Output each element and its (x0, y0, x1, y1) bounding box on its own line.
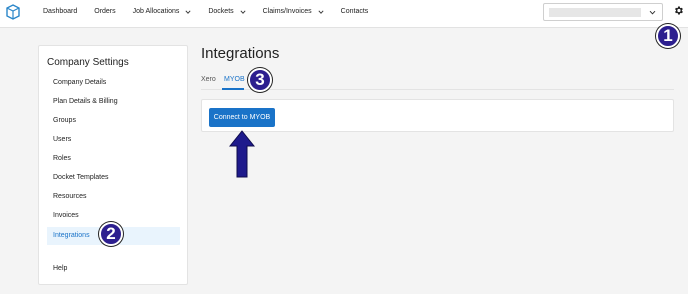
sidebar-item-groups[interactable]: Groups (47, 112, 180, 130)
up-arrow-icon (229, 130, 255, 178)
tabs-divider (201, 89, 674, 90)
step-badge-1: 1 (656, 24, 680, 48)
nav-job-allocations[interactable]: Job Allocations (133, 8, 192, 15)
nav-label: Contacts (340, 8, 369, 15)
active-tab-indicator (222, 88, 244, 90)
step-badge-3: 3 (248, 68, 272, 92)
myob-integration-card: Connect to MYOB (201, 99, 674, 132)
nav-label: Claims/Invoices (262, 8, 312, 15)
sidebar-item-company-details[interactable]: Company Details (47, 74, 180, 92)
main-nav: Dashboard Orders Job Allocations Dockets… (43, 8, 385, 15)
sidebar-item-resources[interactable]: Resources (47, 188, 180, 206)
nav-orders[interactable]: Orders (94, 8, 115, 15)
tab-myob[interactable]: MYOB (224, 76, 245, 83)
step-badge-2: 2 (99, 222, 123, 246)
sidebar-item-docket-templates[interactable]: Docket Templates (47, 169, 180, 187)
chevron-down-icon (649, 10, 656, 15)
nav-claims-invoices[interactable]: Claims/Invoices (263, 8, 324, 15)
nav-contacts[interactable]: Contacts (341, 8, 369, 15)
top-navbar: Dashboard Orders Job Allocations Dockets… (0, 0, 688, 28)
sidebar-item-users[interactable]: Users (47, 131, 180, 149)
box-logo-icon[interactable] (6, 4, 20, 20)
connect-to-myob-button[interactable]: Connect to MYOB (209, 108, 275, 127)
sidebar-item-help[interactable]: Help (47, 260, 180, 278)
nav-dockets[interactable]: Dockets (208, 8, 246, 15)
nav-label: Orders (94, 8, 116, 15)
sidebar-title: Company Settings (47, 57, 129, 68)
chevron-down-icon (185, 9, 191, 14)
company-select[interactable] (543, 3, 663, 21)
company-settings-panel: Company Settings Company Details Plan De… (38, 45, 188, 285)
page-title: Integrations (201, 45, 280, 62)
nav-dashboard[interactable]: Dashboard (43, 8, 77, 15)
nav-label: Job Allocations (132, 8, 180, 15)
sidebar-item-plan-details-billing[interactable]: Plan Details & Billing (47, 93, 180, 111)
chevron-down-icon (240, 9, 246, 14)
chevron-down-icon (318, 9, 324, 14)
gear-icon[interactable] (673, 5, 684, 16)
company-select-value-redacted (549, 8, 641, 17)
nav-label: Dashboard (43, 8, 78, 15)
nav-label: Dockets (208, 8, 234, 15)
tab-xero[interactable]: Xero (201, 76, 216, 83)
sidebar-item-roles[interactable]: Roles (47, 150, 180, 168)
